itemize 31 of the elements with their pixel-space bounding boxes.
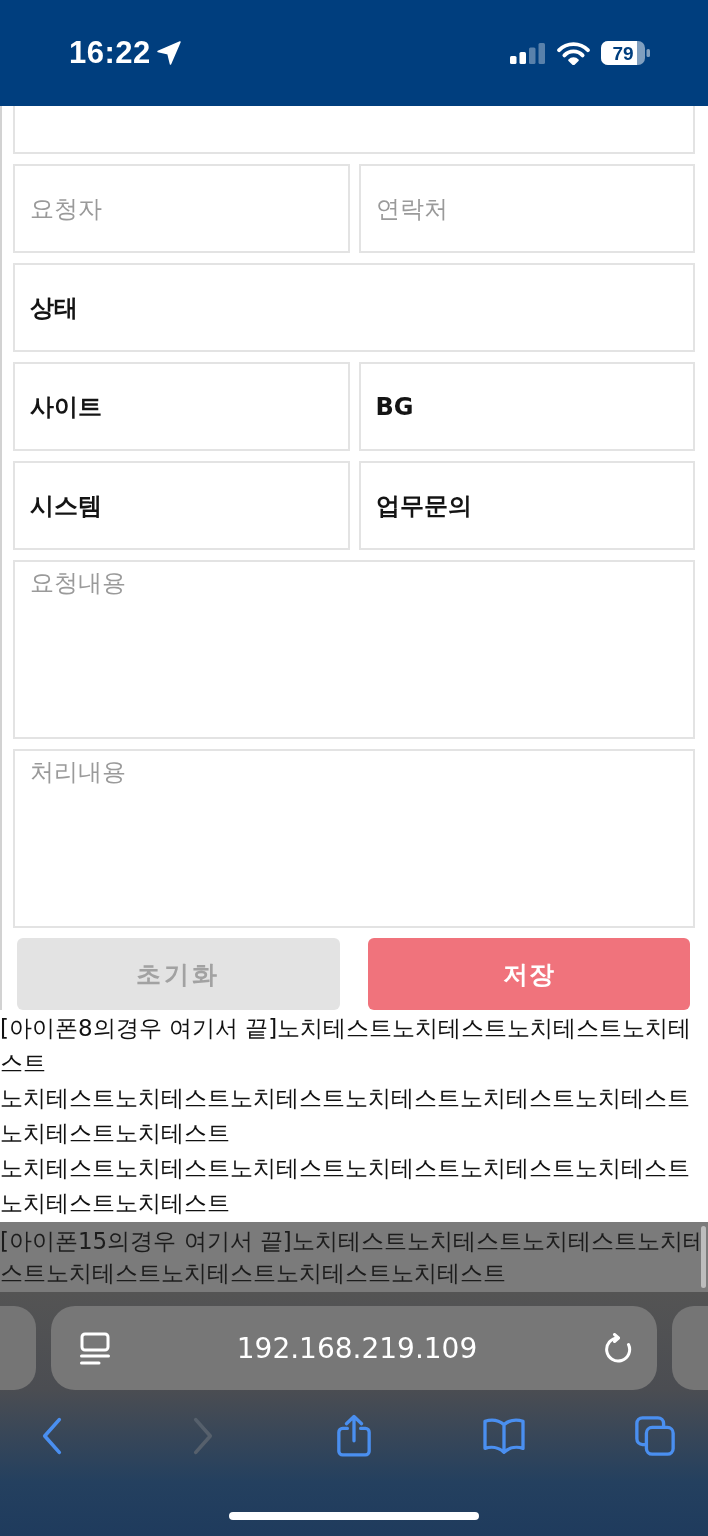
page-text: 노치테스트노치테스트노치테스트노치테스트노치테스트노치테스트노치테스트노치테스트 [0, 1154, 691, 1218]
wifi-icon [557, 41, 590, 65]
url-text: 192.168.219.109 [236, 1331, 478, 1365]
select-field[interactable]: BG [358, 362, 695, 451]
select-field[interactable]: 시스템 [13, 461, 350, 550]
input-field[interactable]: 연락처 [358, 164, 695, 253]
page-text: [아이폰8의경우 여기서 끝]노치테스트노치테스트노치테스트노치테스트 [0, 1014, 693, 1078]
text-area[interactable]: 처리내용 [13, 749, 695, 928]
input-field[interactable]: 요청자 [13, 164, 350, 253]
share-icon [335, 1414, 372, 1458]
chevron-right-icon [192, 1417, 213, 1455]
adjacent-tab[interactable] [672, 1306, 708, 1390]
select-field[interactable]: 사이트 [13, 362, 350, 451]
page-text: [아이폰15의경우 여기서 끝]노치테스트노치테스트노치테스트노치테스트노치테스트노치테스트노치테스트노치테스트 [0, 1222, 708, 1292]
chevron-left-icon [42, 1417, 62, 1455]
input-field[interactable] [13, 106, 695, 154]
signal-icon [510, 42, 546, 64]
address-bar[interactable]: 192.168.219.109 [51, 1306, 657, 1390]
select-field[interactable]: 업무문의 [358, 461, 695, 550]
reload-icon[interactable] [604, 1333, 632, 1363]
page-menu-icon[interactable] [80, 1331, 110, 1365]
page-text: 노치테스트노치테스트노치테스트노치테스트노치테스트노치테스트노치테스트노치테스트 [0, 1084, 691, 1148]
text-area[interactable]: 요청내용 [13, 560, 695, 739]
adjacent-tab[interactable] [0, 1306, 36, 1390]
book-icon [482, 1417, 527, 1455]
battery-indicator: 79 [601, 41, 650, 65]
location-arrow-icon [156, 41, 181, 65]
tabs-icon [634, 1415, 676, 1457]
select-field[interactable]: 상태 [13, 263, 695, 352]
status-time: 16:22 [69, 35, 151, 71]
scroll-indicator [701, 1226, 706, 1288]
